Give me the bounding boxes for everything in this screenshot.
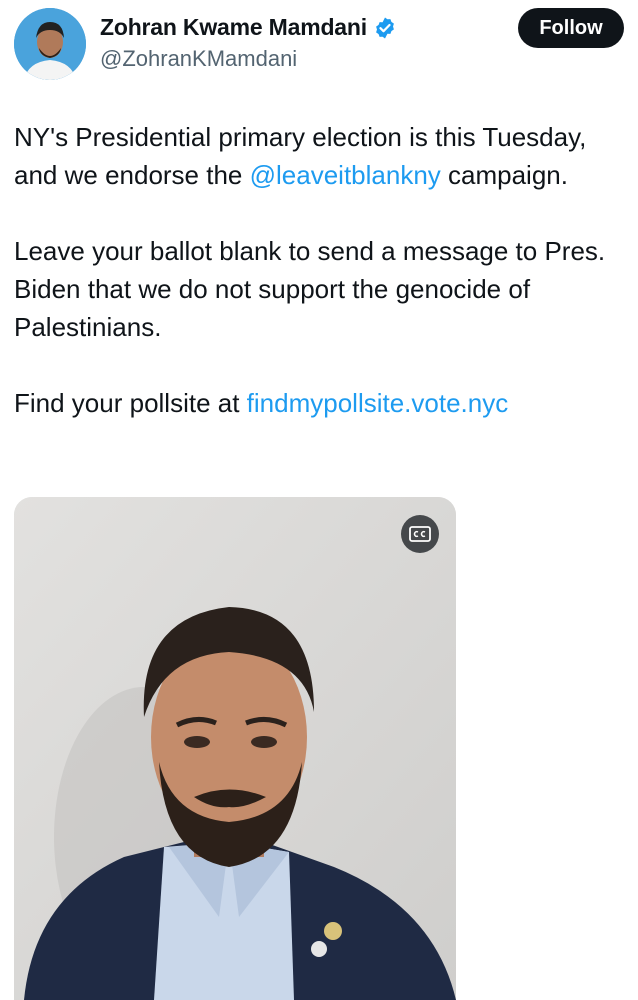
video-player[interactable]	[14, 497, 456, 1000]
name-row: Zohran Kwame Mamdani	[100, 14, 397, 41]
author-display-name[interactable]: Zohran Kwame Mamdani	[100, 14, 367, 41]
follow-button[interactable]: Follow	[518, 8, 624, 48]
closed-captions-button[interactable]	[401, 515, 439, 553]
author-avatar[interactable]	[14, 8, 86, 80]
tweet-paragraph: Leave your ballot blank to send a messag…	[14, 232, 624, 346]
tweet-text-segment: Leave your ballot blank to send a messag…	[14, 236, 606, 342]
tweet-header: Zohran Kwame Mamdani @ZohranKMamdani Fol…	[14, 6, 624, 80]
url-link[interactable]: findmypollsite.vote.nyc	[247, 388, 509, 418]
video-frame	[14, 497, 456, 1000]
tweet-text: NY's Presidential primary election is th…	[14, 118, 624, 422]
verified-badge-icon	[373, 16, 397, 40]
tweet-paragraph: NY's Presidential primary election is th…	[14, 118, 624, 194]
tweet-paragraph: Find your pollsite at findmypollsite.vot…	[14, 384, 624, 422]
author-handle[interactable]: @ZohranKMamdani	[100, 46, 297, 72]
tweet-text-segment: campaign.	[440, 160, 568, 190]
mention-link[interactable]: @leaveitblankny	[250, 160, 441, 190]
tweet-text-segment: Find your pollsite at	[14, 388, 247, 418]
closed-captions-icon	[409, 526, 431, 542]
